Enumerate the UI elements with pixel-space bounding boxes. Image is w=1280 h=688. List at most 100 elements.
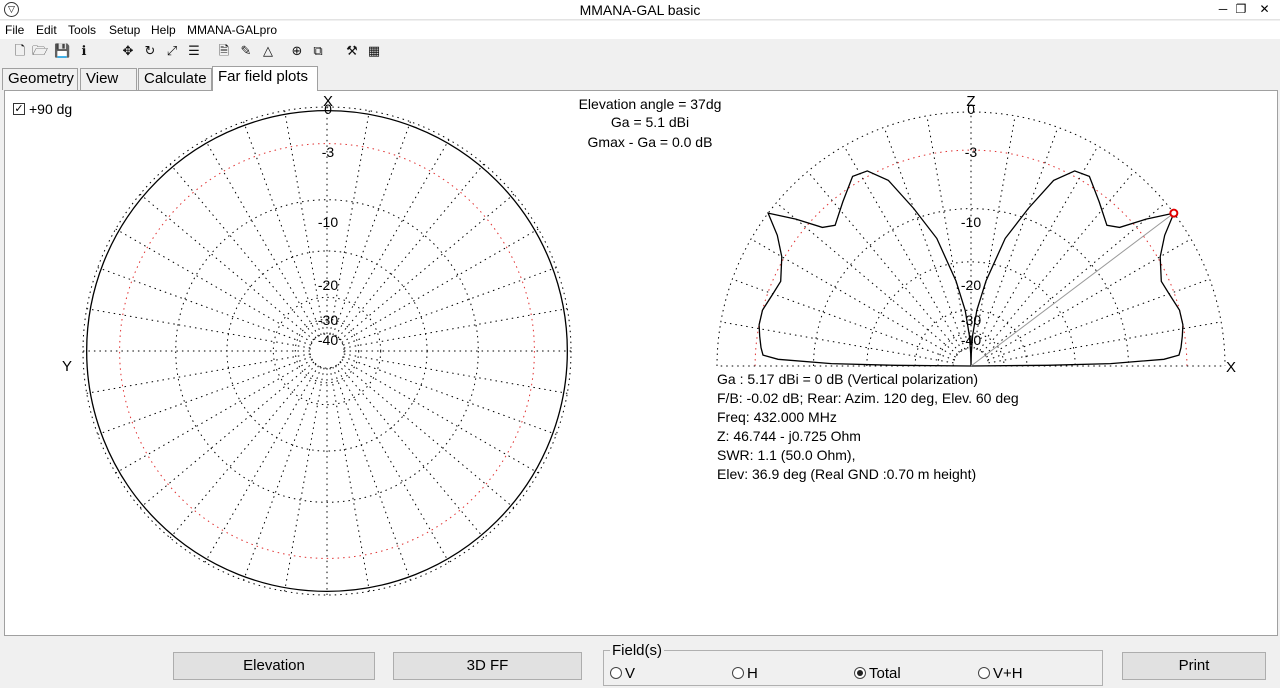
3d-ff-button[interactable]: 3D FF [393, 652, 582, 680]
azimuth-grid-spoke [169, 363, 317, 539]
azimuth-grid-spoke [335, 365, 450, 563]
window-title: MMANA-GAL basic [579, 2, 701, 18]
azimuth-grid-spoke [243, 121, 322, 336]
menu-file[interactable]: File [5, 23, 24, 37]
triangle-icon[interactable]: △ [260, 43, 276, 59]
far-field-plot-area: 0 -3 -10 -20 -30 -40 X Y 0 -3 -10 -20 -30 -40 Z X ✓ +90… [4, 90, 1278, 636]
menu-bar: File Edit Tools Setup Help MMANA-GALpro [0, 21, 1280, 39]
elevation-ring-label: -40 [961, 332, 981, 348]
bottom-controls: Elevation 3D FF Field(s) V H Total V+H P… [0, 640, 1280, 688]
azimuth-grid-spoke [115, 228, 313, 343]
azimuth-grid-spoke [204, 139, 319, 337]
azimuth-grid-spoke [329, 367, 370, 592]
elevation-grid-spoke [883, 127, 966, 350]
tab-view[interactable]: View [80, 68, 137, 90]
move-icon[interactable]: ✥ [120, 43, 136, 59]
elevation-grid-spoke [987, 278, 1210, 361]
azimuth-ring-label: -20 [318, 277, 338, 293]
azimuth-grid-spoke [169, 163, 317, 339]
fields-legend: Field(s) [610, 642, 665, 659]
new-file-icon[interactable]: 🗋 [12, 43, 28, 59]
azimuth-grid-spoke [341, 359, 539, 474]
azimuth-ring-label: -30 [318, 312, 338, 328]
elevation-ring-label: -20 [961, 277, 981, 293]
elevation-grid-spoke [843, 145, 963, 351]
tools-icon[interactable]: ⚒ [344, 43, 360, 59]
info-line-impedance: Z: 46.744 - j0.725 Ohm [717, 428, 861, 444]
menu-setup[interactable]: Setup [109, 23, 140, 37]
info-line-freq: Freq: 432.000 MHz [717, 409, 837, 425]
scale-icon[interactable]: ⤢ [164, 43, 180, 59]
azimuth-grid-spoke [204, 365, 319, 563]
azimuth-grid-spoke [243, 366, 322, 581]
menu-mmana-galpro[interactable]: MMANA-GALpro [187, 23, 277, 37]
azimuth-grid-spoke [342, 356, 557, 435]
radio-v[interactable]: V [610, 665, 635, 683]
menu-tools[interactable]: Tools [68, 23, 96, 37]
radio-h-dot[interactable] [732, 667, 744, 679]
elevation-ring-label: -10 [961, 214, 981, 230]
rotate-icon[interactable]: ↻ [142, 43, 158, 59]
radio-h-label: H [747, 665, 758, 682]
elevation-angle-text: Elevation angle = 37dg [578, 96, 722, 112]
tab-calculate[interactable]: Calculate [138, 68, 212, 90]
elevation-grid-spoke [807, 171, 960, 353]
ga-text: Ga = 5.1 dBi [610, 114, 690, 130]
info-line-gain: Ga : 5.17 dBi = 0 dB (Vertical polarizat… [717, 371, 979, 387]
plus-90-label: +90 dg [29, 101, 73, 117]
print-button[interactable]: Print [1122, 652, 1266, 680]
azimuth-grid-ring [82, 106, 572, 596]
azimuth-grid-spoke [284, 367, 325, 592]
elevation-grid-spoke [979, 145, 1099, 351]
document-icon[interactable]: 🗎 [216, 43, 232, 59]
menu-help[interactable]: Help [151, 23, 176, 37]
azimuth-grid-spoke [332, 121, 411, 336]
menu-edit[interactable]: Edit [36, 23, 57, 37]
radio-v-plus-h[interactable]: V+H [978, 665, 1023, 683]
radio-total[interactable]: Total [854, 665, 901, 683]
info-icon[interactable]: ℹ [76, 43, 92, 59]
radio-total-dot[interactable] [854, 667, 866, 679]
azimuth-grid-spoke [332, 366, 411, 581]
elevation-ring-label: -3 [965, 144, 978, 160]
calculator-icon[interactable]: ▦ [366, 43, 382, 59]
azimuth-ring-label: -40 [318, 332, 338, 348]
azimuth-grid-spoke [339, 193, 515, 341]
azimuth-grid-spoke [343, 353, 568, 394]
open-folder-icon[interactable]: 🗁 [32, 43, 48, 59]
azimuth-grid-ring [119, 143, 535, 559]
azimuth-grid-spoke [139, 193, 315, 341]
segments-icon[interactable]: ☰ [186, 43, 202, 59]
elevation-grid-spoke [976, 127, 1059, 350]
azimuth-grid-spoke [339, 361, 515, 509]
elevation-grid-spoke [732, 278, 955, 361]
tab-strip: Geometry View Calculate Far field plots [0, 66, 1280, 91]
close-button[interactable]: ✕ [1249, 0, 1280, 20]
tab-far-field-plots[interactable]: Far field plots [212, 66, 318, 91]
radio-v-dot[interactable] [610, 667, 622, 679]
max-gain-marker [1169, 208, 1179, 218]
azimuth-grid-spoke [115, 359, 313, 474]
azimuth-grid-spoke [337, 163, 485, 339]
azimuth-grid-spoke [341, 228, 539, 343]
plus-90-checkbox[interactable]: ✓ [13, 103, 25, 115]
wire-edit-icon[interactable]: ✎ [238, 43, 254, 59]
azimuth-ring-label: -3 [322, 144, 335, 160]
elevation-grid-spoke [720, 321, 954, 364]
toolbar: 🗋 🗁 💾 ℹ ✥ ↻ ⤢ ☰ 🗎 ✎ △ ⊕ ⧉ ⚒ ▦ [0, 41, 1280, 63]
elevation-axis-x-label: X [1226, 359, 1236, 376]
elevation-grid-spoke [988, 321, 1222, 364]
radio-h[interactable]: H [732, 665, 758, 683]
radio-v-plus-h-dot[interactable] [978, 667, 990, 679]
tab-geometry[interactable]: Geometry [2, 68, 78, 90]
elevation-button[interactable]: Elevation [173, 652, 375, 680]
target-icon[interactable]: ⊕ [289, 43, 305, 59]
azimuth-grid-spoke [337, 363, 485, 539]
info-line-elevation: Elev: 36.9 deg (Real GND :0.70 m height) [717, 466, 977, 482]
radio-total-label: Total [869, 665, 901, 682]
azimuth-grid-spoke [97, 267, 312, 346]
save-icon[interactable]: 💾 [54, 43, 70, 59]
info-line-swr: SWR: 1.1 (50.0 Ohm), [717, 447, 856, 463]
copy-icon[interactable]: ⧉ [310, 43, 326, 59]
azimuth-axis-x-label: X [323, 93, 333, 110]
